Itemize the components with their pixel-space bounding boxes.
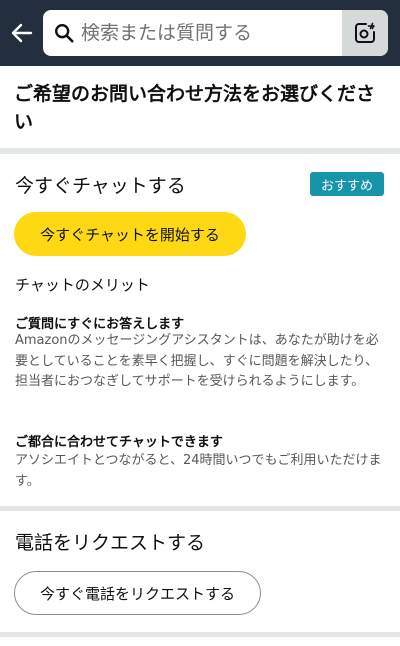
merit-title: ご質問にすぐにお答えします xyxy=(15,317,185,332)
section-divider xyxy=(0,506,400,511)
search-input[interactable] xyxy=(81,10,336,56)
merit-description: Amazonのメッセージングアシスタントは、あなたが助けを必要としていることを素… xyxy=(15,333,379,389)
recommended-badge: おすすめ xyxy=(310,172,384,196)
merit-description: アソシエイトとつながると、24時間いつでもご利用いただけます。 xyxy=(15,453,382,489)
search-bar xyxy=(43,10,388,56)
merit-title: ご都合に合わせてチャットできます xyxy=(15,435,223,450)
camera-lens-icon xyxy=(355,22,375,43)
page-title: ご希望のお問い合わせ方法をお選びください xyxy=(14,83,376,133)
camera-lens-button[interactable] xyxy=(342,10,388,56)
top-navigation-bar xyxy=(0,0,400,66)
chat-merits-heading: チャットのメリット xyxy=(15,276,150,294)
back-button[interactable] xyxy=(8,18,36,48)
section-divider xyxy=(0,148,400,154)
back-arrow-icon xyxy=(11,23,33,43)
start-chat-button[interactable]: 今すぐチャットを開始する xyxy=(14,212,246,256)
request-call-button[interactable]: 今すぐ電話をリクエストする xyxy=(14,571,261,615)
search-icon xyxy=(55,24,74,43)
section-divider xyxy=(0,632,400,637)
call-section-title: 電話をリクエストする xyxy=(15,532,206,554)
chat-section-title: 今すぐチャットする xyxy=(15,175,186,197)
